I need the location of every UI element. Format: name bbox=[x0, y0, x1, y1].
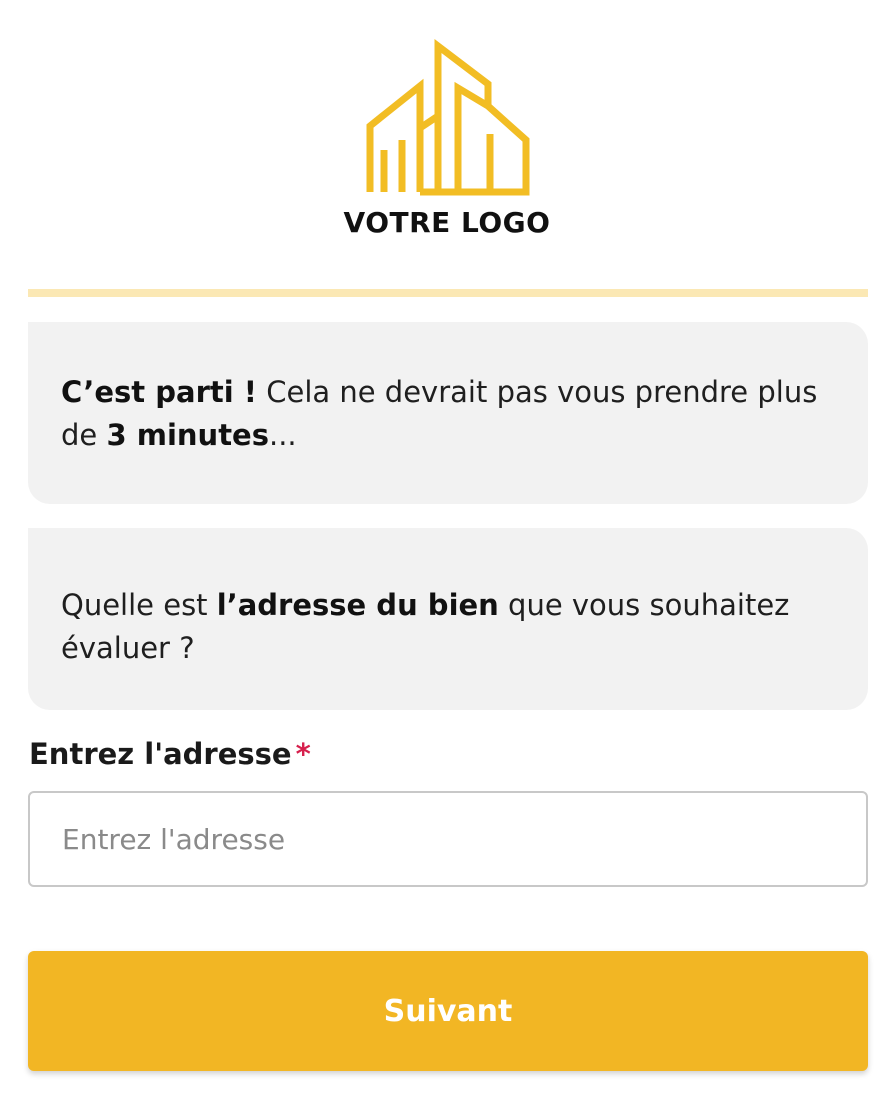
logo-text: VOTRE LOGO bbox=[343, 206, 551, 239]
intro-bold-lead: C’est parti ! bbox=[61, 375, 258, 409]
question-message: Quelle est l’adresse du bien que vous so… bbox=[28, 528, 868, 710]
building-logo-icon bbox=[366, 38, 530, 196]
page: VOTRE LOGO C’est parti ! Cela ne devrait… bbox=[0, 0, 894, 1096]
intro-message: C’est parti ! Cela ne devrait pas vous p… bbox=[28, 322, 868, 504]
brand-logo: VOTRE LOGO bbox=[0, 36, 894, 246]
next-button[interactable]: Suivant bbox=[28, 951, 868, 1071]
address-label: Entrez l'adresse * bbox=[29, 737, 311, 771]
progress-fill bbox=[28, 289, 868, 297]
address-input[interactable] bbox=[28, 791, 868, 887]
intro-duration: 3 minutes bbox=[106, 418, 269, 452]
progress-bar bbox=[28, 289, 868, 297]
question-lead: Quelle est bbox=[61, 588, 217, 622]
question-bold: l’adresse du bien bbox=[216, 588, 499, 622]
intro-tail: ... bbox=[269, 418, 297, 452]
required-marker: * bbox=[295, 737, 311, 771]
address-label-text: Entrez l'adresse bbox=[29, 737, 292, 771]
